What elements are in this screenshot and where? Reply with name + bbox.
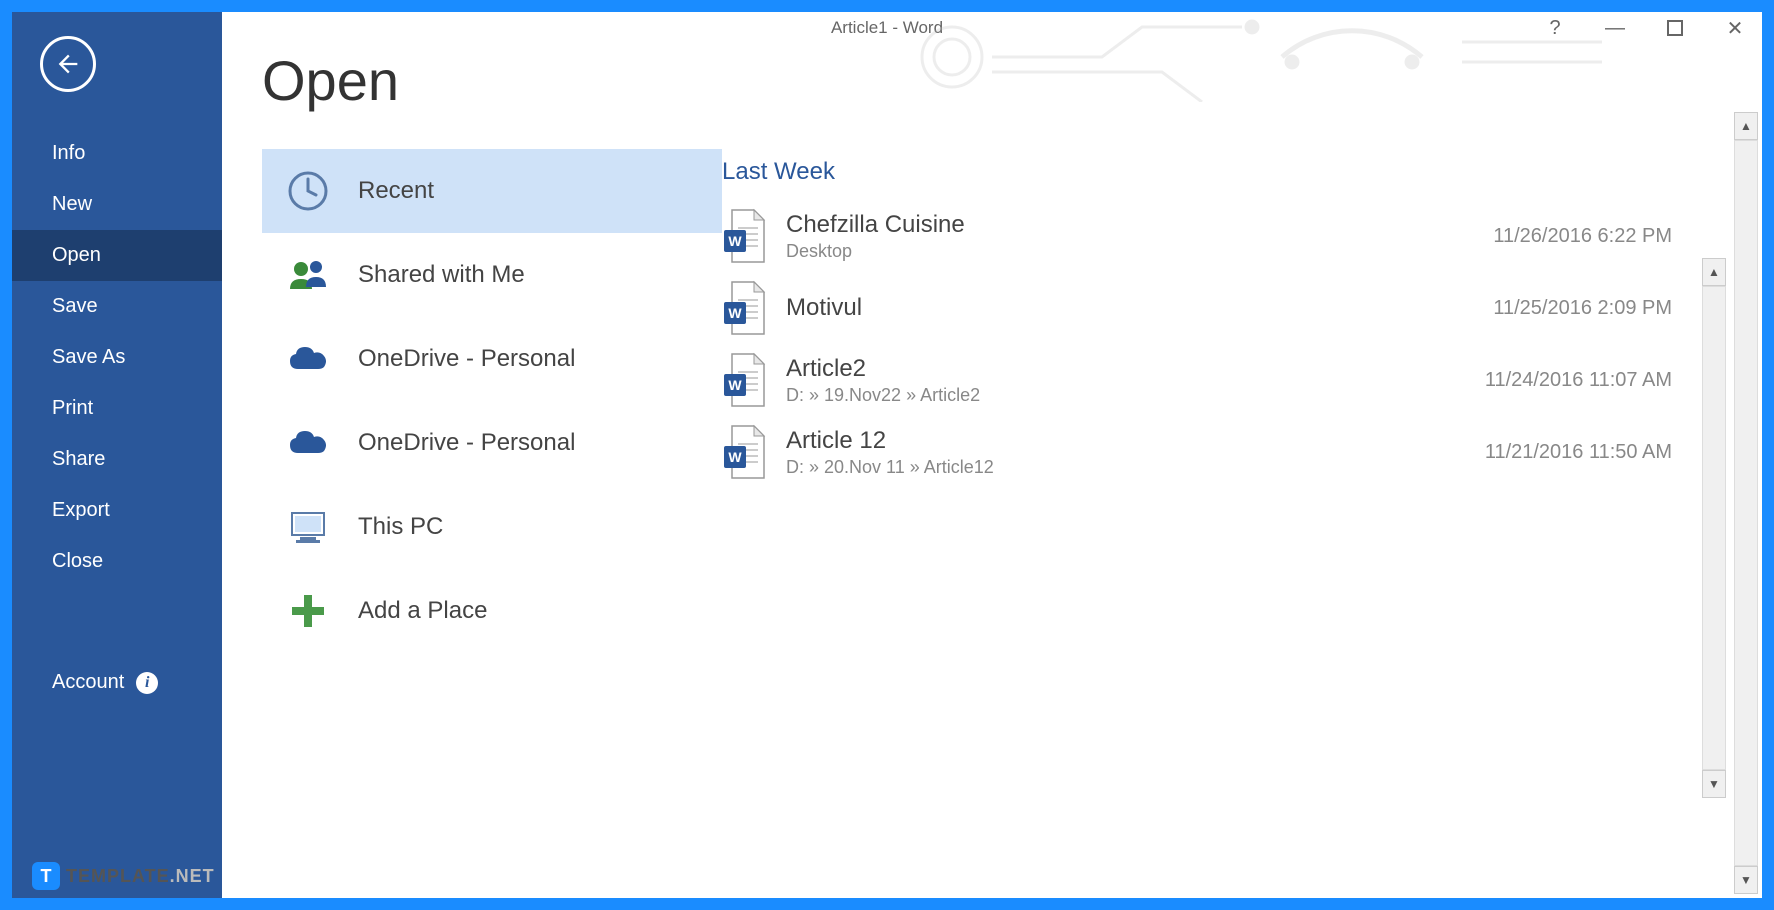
recent-file-item[interactable]: W Article 12D: » 20.Nov 11 » Article12 11/… [722, 416, 1712, 488]
scroll-up-icon[interactable]: ▲ [1734, 112, 1758, 140]
file-name: Article2 [786, 355, 1465, 383]
recent-files-column: Last Week W Chefzilla CuisineDesktop 11/26… [722, 48, 1762, 898]
outer-scrollbar[interactable]: ▲ ▼ [1734, 112, 1758, 894]
files-section-header: Last Week [722, 158, 1712, 186]
file-date: 11/21/2016 11:50 AM [1485, 441, 1672, 464]
inner-scrollbar[interactable]: ▲ ▼ [1702, 258, 1726, 798]
scroll-up-icon[interactable]: ▲ [1702, 258, 1726, 286]
help-button[interactable]: ? [1540, 16, 1570, 40]
file-name: Chefzilla Cuisine [786, 211, 1473, 239]
clock-icon [286, 169, 330, 213]
people-icon [286, 253, 330, 297]
sidebar-item-export[interactable]: Export [12, 485, 222, 536]
place-label: Shared with Me [358, 261, 525, 289]
word-document-icon: W [722, 424, 766, 480]
watermark: T TEMPLATE.NET [32, 862, 215, 890]
place-this-pc[interactable]: This PC [262, 485, 722, 569]
sidebar-item-account[interactable]: Account i [12, 657, 222, 708]
watermark-badge: T [32, 862, 60, 890]
file-name: Motivul [786, 294, 1473, 322]
file-path: D: » 20.Nov 11 » Article12 [786, 457, 1465, 478]
cloud-icon [286, 421, 330, 465]
word-document-icon: W [722, 208, 766, 264]
place-label: Recent [358, 177, 434, 205]
minimize-button[interactable]: — [1600, 16, 1630, 40]
info-icon: i [136, 672, 158, 694]
place-label: OneDrive - Personal [358, 429, 575, 457]
place-label: OneDrive - Personal [358, 345, 575, 373]
main-content: Open Recent Shared with Me OneDrive - Pers… [222, 12, 1762, 898]
backstage-sidebar: InfoNewOpenSaveSave AsPrintShareExportCl… [12, 12, 222, 898]
place-onedrive-personal[interactable]: OneDrive - Personal [262, 401, 722, 485]
account-label: Account [52, 671, 124, 694]
file-path: D: » 19.Nov22 » Article2 [786, 385, 1465, 406]
sidebar-item-save[interactable]: Save [12, 281, 222, 332]
file-date: 11/25/2016 2:09 PM [1493, 297, 1672, 320]
cloud-icon [286, 337, 330, 381]
place-shared-with-me[interactable]: Shared with Me [262, 233, 722, 317]
svg-text:W: W [728, 305, 742, 321]
recent-file-item[interactable]: W Chefzilla CuisineDesktop 11/26/2016 6:22… [722, 200, 1712, 272]
file-path: Desktop [786, 241, 1473, 262]
sidebar-item-close[interactable]: Close [12, 536, 222, 587]
place-add-a-place[interactable]: Add a Place [262, 569, 722, 653]
svg-text:W: W [728, 449, 742, 465]
recent-file-item[interactable]: W Article2D: » 19.Nov22 » Article2 11/24/2… [722, 344, 1712, 416]
back-button[interactable] [40, 36, 96, 92]
watermark-text: TEMPLATE.NET [66, 866, 215, 887]
sidebar-item-new[interactable]: New [12, 179, 222, 230]
computer-icon [286, 505, 330, 549]
scroll-down-icon[interactable]: ▼ [1734, 866, 1758, 894]
place-onedrive-personal[interactable]: OneDrive - Personal [262, 317, 722, 401]
file-name: Article 12 [786, 427, 1465, 455]
recent-file-item[interactable]: W Motivul 11/25/2016 2:09 PM [722, 272, 1712, 344]
sidebar-item-open[interactable]: Open [12, 230, 222, 281]
titlebar-controls: ? — ✕ [1540, 16, 1750, 40]
place-recent[interactable]: Recent [262, 149, 722, 233]
plus-icon [286, 589, 330, 633]
place-label: This PC [358, 513, 443, 541]
titlebar: Article1 - Word ? — ✕ [12, 12, 1762, 44]
file-date: 11/26/2016 6:22 PM [1493, 225, 1672, 248]
sidebar-item-share[interactable]: Share [12, 434, 222, 485]
place-label: Add a Place [358, 597, 487, 625]
svg-text:W: W [728, 233, 742, 249]
places-column: Open Recent Shared with Me OneDrive - Pers… [262, 48, 722, 898]
page-title: Open [262, 48, 722, 113]
word-document-icon: W [722, 280, 766, 336]
sidebar-item-save-as[interactable]: Save As [12, 332, 222, 383]
maximize-button[interactable] [1660, 16, 1690, 40]
word-document-icon: W [722, 352, 766, 408]
titlebar-decoration [902, 12, 1602, 102]
file-date: 11/24/2016 11:07 AM [1485, 369, 1672, 392]
sidebar-item-info[interactable]: Info [12, 128, 222, 179]
word-backstage-window: Article1 - Word ? — ✕ InfoNewOpenSaveSav… [12, 12, 1762, 898]
scroll-down-icon[interactable]: ▼ [1702, 770, 1726, 798]
sidebar-item-print[interactable]: Print [12, 383, 222, 434]
close-button[interactable]: ✕ [1720, 16, 1750, 40]
svg-text:W: W [728, 377, 742, 393]
